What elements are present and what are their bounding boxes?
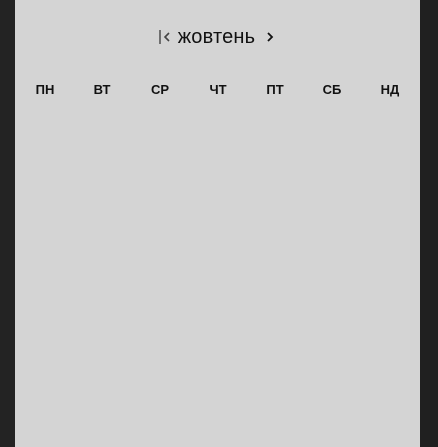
weekday-label-sun: НД	[380, 82, 400, 97]
first-page-chevron-icon	[158, 30, 170, 44]
left-panel-edge	[0, 0, 15, 447]
previous-month-button[interactable]	[154, 25, 176, 49]
weekday-header: ПН ВТ СР ЧТ ПТ СБ НД	[15, 80, 420, 100]
weekday-label-thu: ЧТ	[209, 82, 227, 97]
weekday-label-tue: ВТ	[93, 82, 111, 97]
next-month-button[interactable]	[259, 25, 281, 49]
weekday-label-fri: ПТ	[266, 82, 284, 97]
weekday-label-mon: ПН	[35, 82, 55, 97]
right-panel-edge	[420, 0, 438, 447]
app-window: жовтень ПН ВТ СР ЧТ ПТ СБ НД	[0, 0, 438, 447]
chevron-right-icon	[267, 32, 274, 42]
month-title: жовтень	[177, 26, 256, 48]
weekday-label-wed: СР	[150, 82, 170, 97]
weekday-label-sat: СБ	[322, 82, 342, 97]
calendar-widget: жовтень ПН ВТ СР ЧТ ПТ СБ НД	[15, 0, 420, 447]
month-navigation: жовтень	[15, 24, 420, 50]
calendar-days-grid	[15, 108, 420, 447]
